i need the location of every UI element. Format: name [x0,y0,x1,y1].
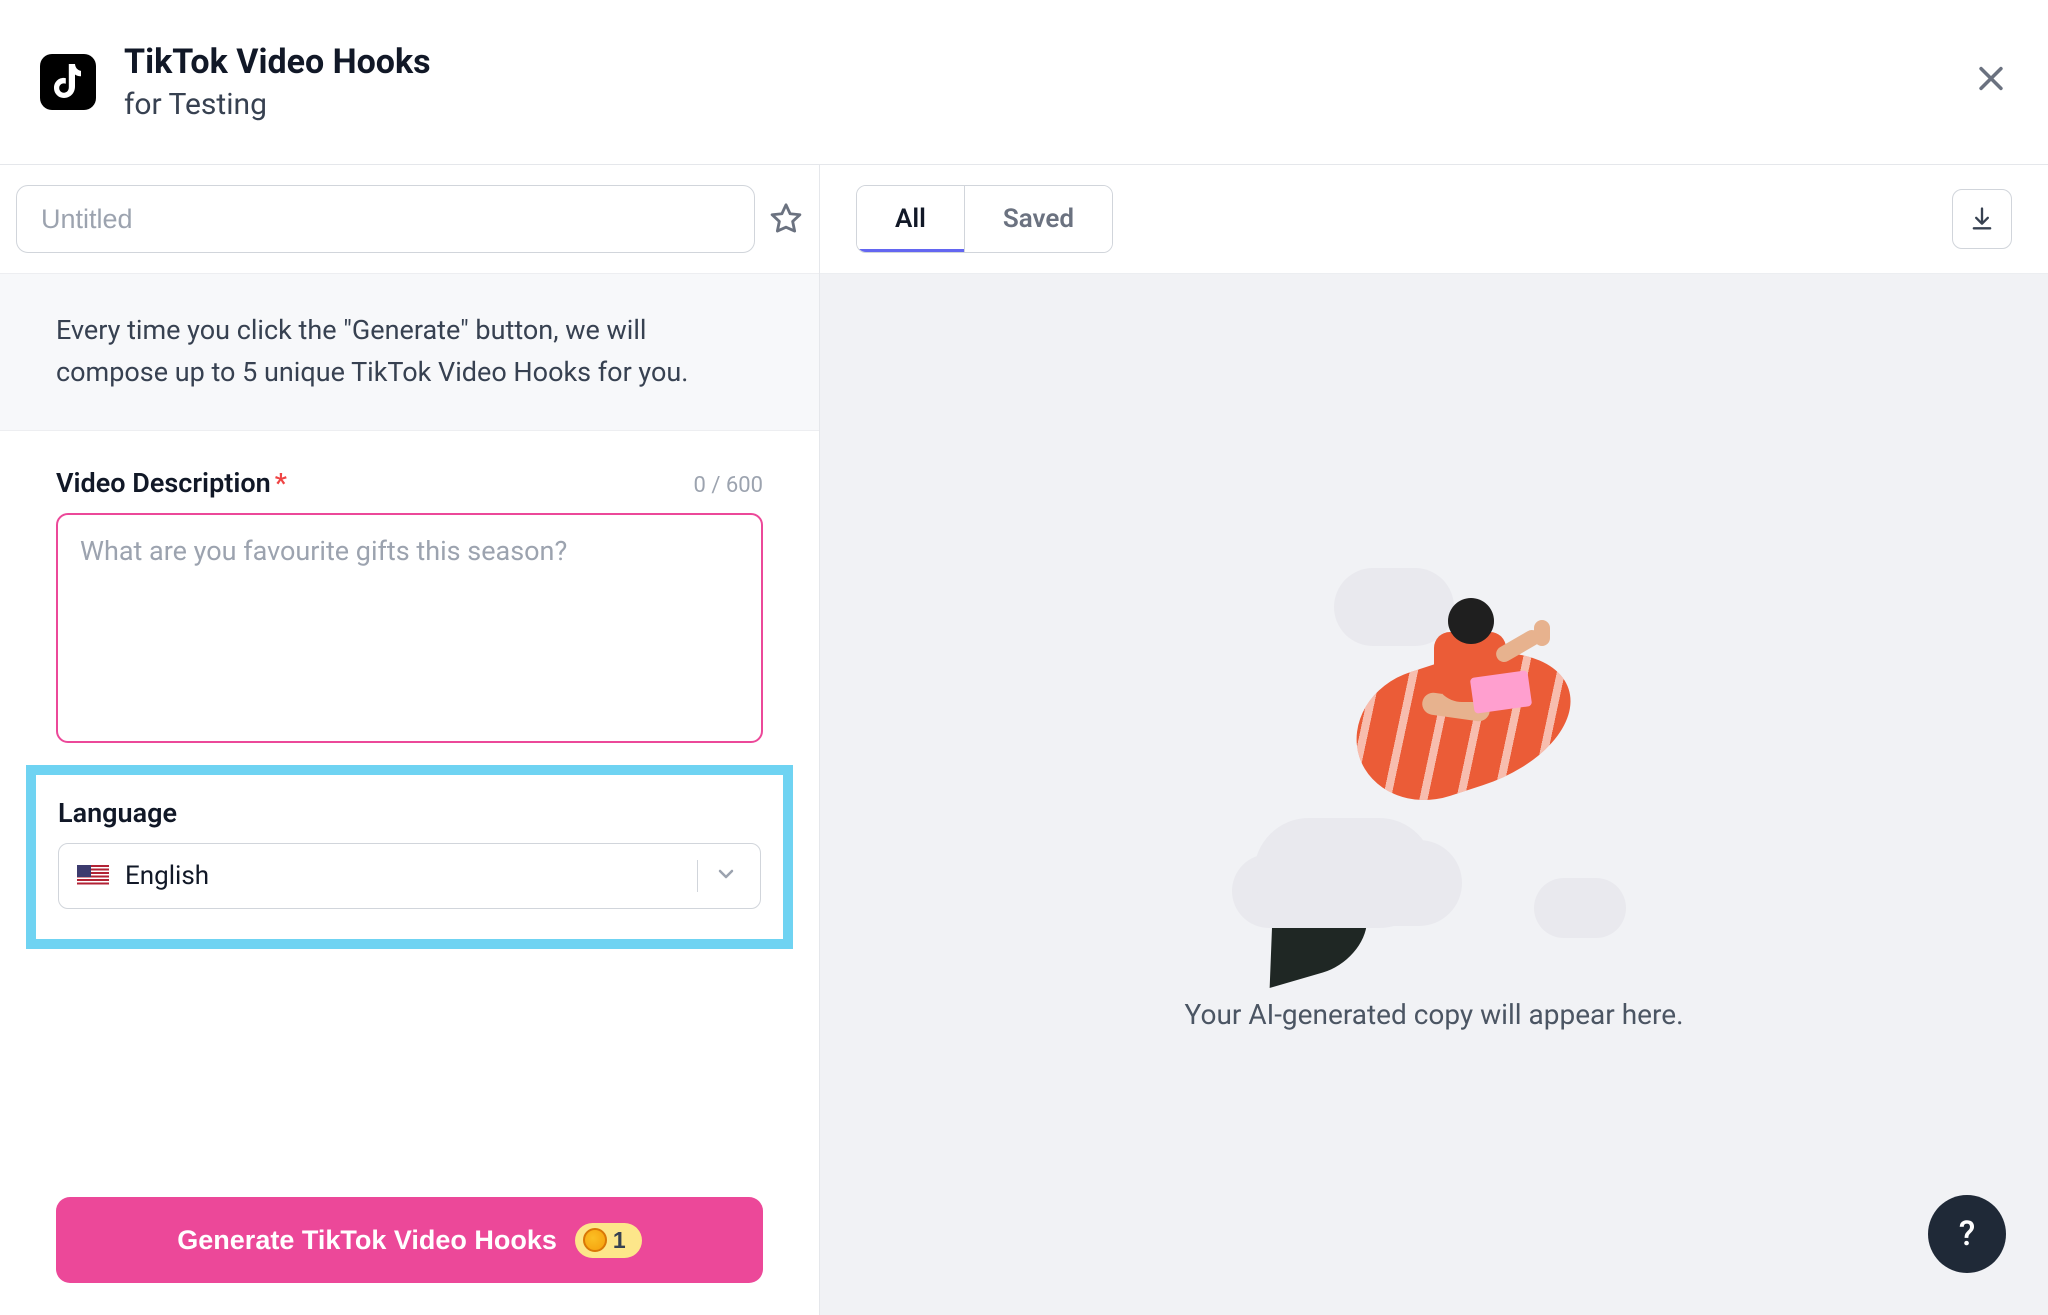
coin-icon [583,1228,607,1252]
tiktok-icon [40,54,96,110]
language-select[interactable]: English [58,843,761,909]
language-value: English [125,861,209,891]
help-icon: ? [1959,1214,1976,1254]
char-counter: 0 / 600 [694,473,763,498]
chevron-down-icon [714,862,738,890]
video-description-textarea[interactable] [56,513,763,743]
cost-value: 1 [613,1227,626,1254]
page-header: TikTok Video Hooks for Testing [0,0,2048,165]
left-panel: Every time you click the "Generate" butt… [0,165,820,1315]
download-button[interactable] [1952,189,2012,249]
language-label: Language [58,797,761,829]
cost-badge: 1 [575,1223,642,1258]
usa-flag-icon [77,865,109,887]
help-button[interactable]: ? [1928,1195,2006,1273]
tab-saved[interactable]: Saved [964,186,1112,252]
video-description-label: Video Description [56,467,271,499]
instruction-banner: Every time you click the "Generate" butt… [0,273,819,431]
generate-button[interactable]: Generate TikTok Video Hooks 1 [56,1197,763,1283]
page-title: TikTok Video Hooks [124,42,431,83]
favorite-star-icon[interactable] [769,202,803,236]
language-section: Language English [26,765,793,949]
empty-state-text: Your AI-generated copy will appear here. [1185,998,1684,1031]
rocket-illustration [1214,558,1654,938]
document-title-input[interactable] [16,185,755,253]
close-button[interactable] [1974,62,2008,103]
required-star: * [275,467,287,499]
right-panel: All Saved [820,165,2048,1315]
results-empty-state: Your AI-generated copy will appear here. [820,274,2048,1315]
page-subtitle: for Testing [124,87,431,122]
results-tabs: All Saved [856,185,1113,253]
tab-all[interactable]: All [857,186,964,252]
generate-button-label: Generate TikTok Video Hooks [177,1225,557,1256]
